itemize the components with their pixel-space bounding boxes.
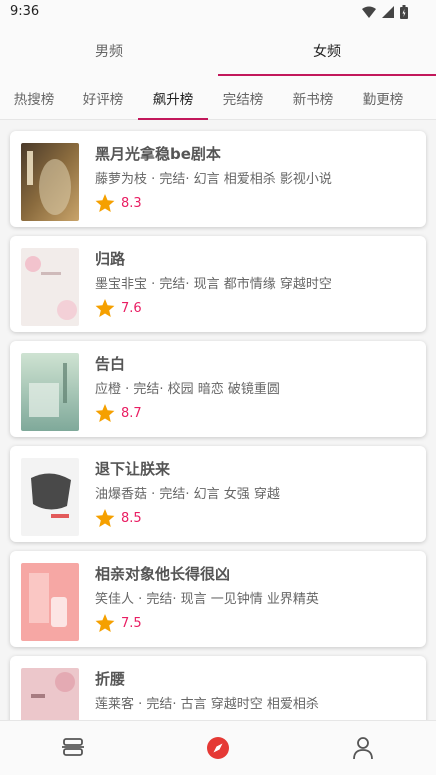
battery-icon xyxy=(400,5,408,19)
tab-hot-search[interactable]: 热搜榜 xyxy=(0,76,68,119)
star-icon xyxy=(95,299,115,318)
book-card[interactable]: 告白 应橙 · 完结· 校园 暗恋 破镜重圆 8.7 xyxy=(10,341,426,437)
book-title: 告白 xyxy=(95,355,126,373)
rating-score: 8.3 xyxy=(121,196,142,211)
book-meta: 莲莱客 · 完结· 古言 穿越时空 相爱相杀 xyxy=(95,697,319,712)
book-card[interactable]: 归路 墨宝非宝 · 完结· 现言 都市情缘 穿越时空 7.6 xyxy=(10,236,426,332)
book-title: 退下让朕来 xyxy=(95,460,171,478)
book-rating: 7.5 xyxy=(95,614,142,633)
book-cover xyxy=(21,458,79,536)
book-cover xyxy=(21,248,79,326)
tab-top-rated[interactable]: 好评榜 xyxy=(68,76,138,119)
nav-bookshelf[interactable] xyxy=(0,721,145,775)
gender-tabs: 男频 女频 xyxy=(0,26,436,76)
book-cover xyxy=(21,668,79,720)
book-rating: 8.5 xyxy=(95,509,142,528)
rating-score: 8.7 xyxy=(121,406,142,421)
rank-tabs: 热搜榜 好评榜 飙升榜 完结榜 新书榜 勤更榜 xyxy=(0,76,436,120)
wifi-icon xyxy=(362,6,376,18)
tab-rising[interactable]: 飙升榜 xyxy=(138,76,208,120)
book-card[interactable]: 黑月光拿稳be剧本 藤萝为枝 · 完结· 幻言 相爱相杀 影视小说 8.3 xyxy=(10,131,426,227)
book-list: 黑月光拿稳be剧本 藤萝为枝 · 完结· 幻言 相爱相杀 影视小说 8.3 归路… xyxy=(0,120,436,720)
status-icons xyxy=(362,5,408,19)
signal-icon xyxy=(382,6,394,18)
status-bar: 9:36 xyxy=(0,0,436,26)
bookshelf-icon xyxy=(61,738,84,756)
tab-male[interactable]: 男频 xyxy=(0,26,218,76)
bottom-nav xyxy=(0,720,436,775)
rating-score: 7.5 xyxy=(121,616,142,631)
tab-female[interactable]: 女频 xyxy=(218,26,436,76)
star-icon xyxy=(95,509,115,528)
tab-completed[interactable]: 完结榜 xyxy=(208,76,278,119)
tab-frequent-update[interactable]: 勤更榜 xyxy=(348,76,418,119)
book-card[interactable]: 折腰 莲莱客 · 完结· 古言 穿越时空 相爱相杀 xyxy=(10,656,426,720)
book-cover xyxy=(21,143,79,221)
star-icon xyxy=(95,404,115,423)
user-icon xyxy=(353,737,374,760)
book-title: 黑月光拿稳be剧本 xyxy=(95,145,221,163)
book-title: 相亲对象他长得很凶 xyxy=(95,565,231,583)
book-meta: 笑佳人 · 完结· 现言 一见钟情 业界精英 xyxy=(95,592,319,607)
book-rating: 8.7 xyxy=(95,404,142,423)
book-meta: 应橙 · 完结· 校园 暗恋 破镜重圆 xyxy=(95,382,280,397)
rating-score: 8.5 xyxy=(121,511,142,526)
nav-discover[interactable] xyxy=(145,721,290,775)
book-cover xyxy=(21,563,79,641)
nav-profile[interactable] xyxy=(291,721,436,775)
tab-new-books[interactable]: 新书榜 xyxy=(278,76,348,119)
book-meta: 墨宝非宝 · 完结· 现言 都市情缘 穿越时空 xyxy=(95,277,332,292)
book-title: 折腰 xyxy=(95,670,126,688)
book-rating: 8.3 xyxy=(95,194,142,213)
status-time: 9:36 xyxy=(10,4,40,19)
book-meta: 油爆香菇 · 完结· 幻言 女强 穿越 xyxy=(95,487,280,502)
compass-icon xyxy=(206,737,229,759)
book-title: 归路 xyxy=(95,250,126,268)
book-card[interactable]: 相亲对象他长得很凶 笑佳人 · 完结· 现言 一见钟情 业界精英 7.5 xyxy=(10,551,426,647)
book-cover xyxy=(21,353,79,431)
book-rating: 7.6 xyxy=(95,299,142,318)
star-icon xyxy=(95,614,115,633)
book-meta: 藤萝为枝 · 完结· 幻言 相爱相杀 影视小说 xyxy=(95,172,332,187)
star-icon xyxy=(95,194,115,213)
rating-score: 7.6 xyxy=(121,301,142,316)
book-card[interactable]: 退下让朕来 油爆香菇 · 完结· 幻言 女强 穿越 8.5 xyxy=(10,446,426,542)
